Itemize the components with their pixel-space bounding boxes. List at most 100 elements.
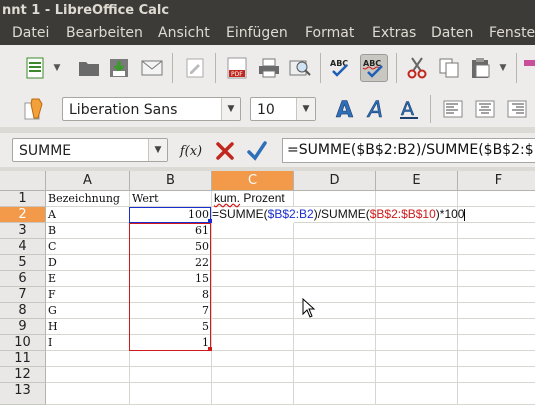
empty-cell[interactable] xyxy=(376,351,458,367)
styles-formatting-icon[interactable] xyxy=(22,96,48,122)
column-header-a[interactable]: A xyxy=(46,171,130,191)
empty-cell[interactable] xyxy=(376,255,458,271)
paste-dropdown-icon[interactable]: ▼ xyxy=(496,55,510,81)
empty-cell[interactable] xyxy=(212,351,294,367)
cell-a2[interactable]: A xyxy=(46,207,130,223)
empty-cell[interactable] xyxy=(458,367,535,383)
empty-cell[interactable] xyxy=(46,383,130,405)
empty-cell[interactable] xyxy=(376,383,458,405)
empty-cell[interactable] xyxy=(212,367,294,383)
row-header-6[interactable]: 6 xyxy=(0,271,46,287)
formula-input[interactable]: =SUMME($B$2:B2)/SUMME($B$2:$B xyxy=(282,138,535,163)
row-header-3[interactable]: 3 xyxy=(0,223,46,239)
row-header-11[interactable]: 11 xyxy=(0,351,46,367)
paste-icon[interactable] xyxy=(468,55,494,81)
cell-b6[interactable]: 15 xyxy=(130,271,212,287)
empty-cell[interactable] xyxy=(46,367,130,383)
row-header-7[interactable]: 7 xyxy=(0,287,46,303)
empty-cell[interactable] xyxy=(212,239,294,255)
empty-cell[interactable] xyxy=(294,223,376,239)
print-preview-icon[interactable] xyxy=(287,55,313,81)
print-icon[interactable] xyxy=(256,55,282,81)
name-box[interactable]: SUMME ▼ xyxy=(12,138,168,162)
empty-cell[interactable] xyxy=(376,319,458,335)
cell-e1[interactable] xyxy=(376,191,458,207)
empty-cell[interactable] xyxy=(212,319,294,335)
empty-cell[interactable] xyxy=(458,335,535,351)
open-folder-icon[interactable] xyxy=(76,55,102,81)
email-icon[interactable] xyxy=(139,55,165,81)
align-right-icon[interactable] xyxy=(504,96,530,122)
empty-cell[interactable] xyxy=(376,287,458,303)
column-header-e[interactable]: E xyxy=(376,171,458,191)
font-size-combo[interactable]: 10 ▼ xyxy=(250,97,316,121)
export-pdf-icon[interactable]: PDF xyxy=(224,55,250,81)
cell-b9[interactable]: 5 xyxy=(130,319,212,335)
empty-cell[interactable] xyxy=(458,351,535,367)
column-header-b[interactable]: B xyxy=(130,171,212,191)
empty-cell[interactable] xyxy=(212,303,294,319)
cell-a7[interactable]: F xyxy=(46,287,130,303)
empty-cell[interactable] xyxy=(294,383,376,405)
cell-a5[interactable]: D xyxy=(46,255,130,271)
cell-b5[interactable]: 22 xyxy=(130,255,212,271)
chevron-down-icon[interactable]: ▼ xyxy=(296,98,315,120)
menu-einfuegen[interactable]: Einfügen xyxy=(226,25,288,41)
empty-cell[interactable] xyxy=(212,287,294,303)
empty-cell[interactable] xyxy=(294,239,376,255)
empty-cell[interactable] xyxy=(294,255,376,271)
empty-cell[interactable] xyxy=(130,351,212,367)
cell-c1[interactable]: kum. Prozent xyxy=(212,191,294,207)
cell-a4[interactable]: C xyxy=(46,239,130,255)
menu-ansicht[interactable]: Ansicht xyxy=(158,25,210,41)
empty-cell[interactable] xyxy=(376,271,458,287)
empty-cell[interactable] xyxy=(458,319,535,335)
column-header-f[interactable]: F xyxy=(458,171,535,191)
edit-file-icon[interactable] xyxy=(182,55,208,81)
empty-cell[interactable] xyxy=(212,335,294,351)
cell-a3[interactable]: B xyxy=(46,223,130,239)
cell-c2-editor[interactable]: =SUMME($B$2:B2)/SUMME($B$2:$B$10)*100 xyxy=(212,207,535,223)
italic-icon[interactable]: A xyxy=(364,96,390,122)
row-header-2[interactable]: 2 xyxy=(0,207,46,223)
cell-d1[interactable] xyxy=(294,191,376,207)
row-header-1[interactable]: 1 xyxy=(0,191,46,207)
empty-cell[interactable] xyxy=(376,223,458,239)
empty-cell[interactable] xyxy=(458,383,535,405)
cut-icon[interactable] xyxy=(404,55,430,81)
cell-b3[interactable]: 61 xyxy=(130,223,212,239)
row-header-10[interactable]: 10 xyxy=(0,335,46,351)
empty-cell[interactable] xyxy=(130,367,212,383)
chevron-down-icon[interactable]: ▼ xyxy=(148,139,167,161)
empty-cell[interactable] xyxy=(458,271,535,287)
empty-cell[interactable] xyxy=(458,303,535,319)
function-wizard-icon[interactable]: f(x) xyxy=(178,138,204,164)
chevron-down-icon[interactable]: ▼ xyxy=(221,98,240,120)
align-left-icon[interactable] xyxy=(440,96,466,122)
underline-icon[interactable]: A xyxy=(396,96,422,122)
save-icon[interactable] xyxy=(106,55,132,81)
bold-icon[interactable]: A xyxy=(332,96,358,122)
autospellcheck-icon[interactable]: ABC xyxy=(360,54,388,82)
cell-a8[interactable]: G xyxy=(46,303,130,319)
font-name-combo[interactable]: Liberation Sans ▼ xyxy=(62,97,241,121)
copy-icon[interactable] xyxy=(436,55,462,81)
cell-b8[interactable]: 7 xyxy=(130,303,212,319)
cell-b7[interactable]: 8 xyxy=(130,287,212,303)
cell-f1[interactable] xyxy=(458,191,535,207)
menu-format[interactable]: Format xyxy=(305,25,354,41)
row-header-8[interactable]: 8 xyxy=(0,303,46,319)
empty-cell[interactable] xyxy=(376,239,458,255)
empty-cell[interactable] xyxy=(294,271,376,287)
empty-cell[interactable] xyxy=(294,319,376,335)
empty-cell[interactable] xyxy=(212,383,294,405)
empty-cell[interactable] xyxy=(130,383,212,405)
menu-extras[interactable]: Extras xyxy=(372,25,416,41)
empty-cell[interactable] xyxy=(458,287,535,303)
select-all-corner[interactable] xyxy=(0,171,46,191)
align-center-icon[interactable] xyxy=(472,96,498,122)
row-header-9[interactable]: 9 xyxy=(0,319,46,335)
menu-datei[interactable]: Datei xyxy=(12,25,49,41)
cell-a9[interactable]: H xyxy=(46,319,130,335)
empty-cell[interactable] xyxy=(294,351,376,367)
